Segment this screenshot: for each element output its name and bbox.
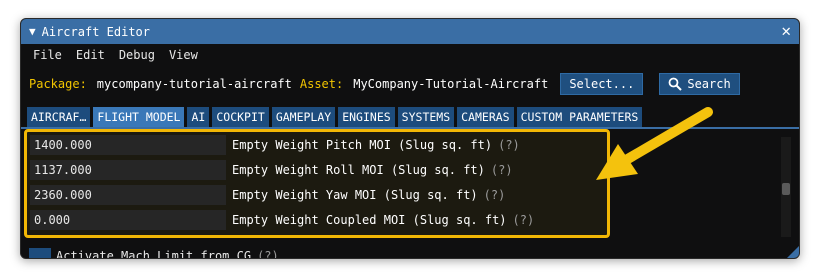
tab-engines[interactable]: ENGINES: [338, 107, 395, 127]
mach-limit-row: Activate Mach Limit from CG (?): [29, 248, 279, 259]
coupled-moi-input[interactable]: 0.000: [30, 210, 226, 230]
tab-cockpit[interactable]: COCKPIT: [212, 107, 269, 127]
mach-limit-label: Activate Mach Limit from CG: [56, 249, 252, 259]
asset-value: MyCompany-Tutorial-Aircraft: [353, 77, 549, 91]
tab-ai[interactable]: AI: [187, 107, 210, 127]
help-icon[interactable]: (?): [491, 163, 513, 177]
search-button[interactable]: Search: [659, 73, 740, 95]
help-icon[interactable]: (?): [513, 213, 535, 227]
moi-row: 1400.000 Empty Weight Pitch MOI (Slug sq…: [30, 134, 520, 156]
roll-moi-input[interactable]: 1137.000: [30, 160, 226, 180]
help-icon[interactable]: (?): [484, 188, 506, 202]
moi-row: 2360.000 Empty Weight Yaw MOI (Slug sq. …: [30, 184, 505, 206]
help-icon[interactable]: (?): [257, 249, 279, 258]
tab-flight-model[interactable]: FLIGHT MODEL: [93, 107, 185, 127]
tab-systems[interactable]: SYSTEMS: [397, 107, 455, 127]
menu-debug[interactable]: Debug: [119, 48, 155, 62]
pitch-moi-input[interactable]: 1400.000: [30, 135, 226, 155]
collapse-triangle-icon[interactable]: ▼: [29, 25, 36, 38]
package-row: Package: mycompany-tutorial-aircraft Ass…: [21, 69, 799, 99]
resize-grip[interactable]: [787, 246, 799, 258]
package-value: mycompany-tutorial-aircraft: [96, 77, 292, 91]
tab-aircraft[interactable]: AIRCRAF…: [27, 107, 91, 127]
callout-arrow-icon: [596, 107, 713, 180]
search-button-label: Search: [687, 77, 731, 91]
title-bar[interactable]: ▼ Aircraft Editor ✕: [21, 19, 799, 44]
menu-file[interactable]: File: [33, 48, 62, 62]
pitch-moi-label: Empty Weight Pitch MOI (Slug sq. ft): [232, 138, 493, 152]
package-label: Package:: [29, 77, 87, 91]
window-title: Aircraft Editor: [41, 24, 150, 39]
scrollbar-thumb[interactable]: [782, 183, 790, 195]
roll-moi-label: Empty Weight Roll MOI (Slug sq. ft): [232, 163, 485, 177]
close-icon[interactable]: ✕: [781, 22, 791, 40]
select-button[interactable]: Select...: [560, 73, 644, 95]
coupled-moi-label: Empty Weight Coupled MOI (Slug sq. ft): [232, 213, 507, 227]
tab-cameras[interactable]: CAMERAS: [457, 107, 514, 127]
tab-gameplay[interactable]: GAMEPLAY: [271, 107, 336, 127]
asset-label: Asset:: [299, 77, 344, 91]
search-icon: [668, 77, 683, 91]
yaw-moi-input[interactable]: 2360.000: [30, 185, 226, 205]
help-icon[interactable]: (?): [498, 138, 520, 152]
menu-view[interactable]: View: [169, 48, 198, 62]
yaw-moi-label: Empty Weight Yaw MOI (Slug sq. ft): [232, 188, 478, 202]
moi-row: 0.000 Empty Weight Coupled MOI (Slug sq.…: [30, 209, 534, 231]
menu-edit[interactable]: Edit: [76, 48, 105, 62]
menu-bar: File Edit Debug View: [21, 44, 799, 66]
moi-row: 1137.000 Empty Weight Roll MOI (Slug sq.…: [30, 159, 513, 181]
mach-limit-checkbox[interactable]: [29, 248, 51, 258]
